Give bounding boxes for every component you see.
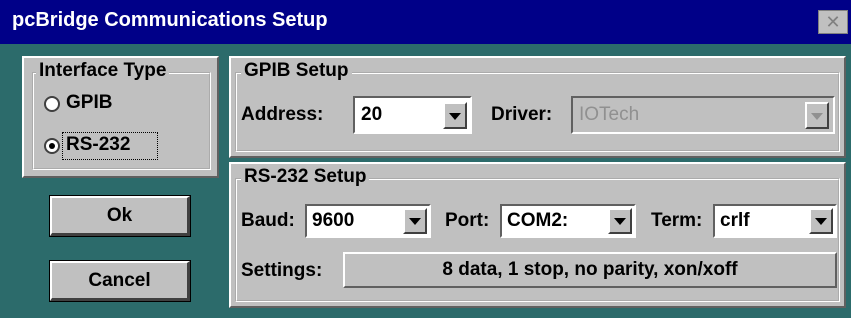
term-label: Term:	[651, 210, 703, 231]
baud-select[interactable]: 9600	[305, 204, 431, 238]
rs232-setup-legend: RS-232 Setup	[241, 166, 370, 188]
dropdown-arrow-icon[interactable]	[608, 208, 632, 234]
port-select[interactable]: COM2:	[500, 204, 636, 238]
term-value: crlf	[720, 210, 750, 231]
dropdown-arrow-icon[interactable]	[443, 102, 467, 129]
interface-type-legend: Interface Type	[36, 60, 170, 82]
interface-type-panel: Interface Type GPIB RS-232	[22, 56, 219, 178]
gpib-setup-panel: GPIB Setup Address: 20 Driver: IOTech	[229, 56, 846, 158]
gpib-setup-legend: GPIB Setup	[241, 60, 352, 82]
term-select[interactable]: crlf	[713, 204, 837, 238]
window-title: pcBridge Communications Setup	[12, 9, 328, 31]
title-bar[interactable]: pcBridge Communications Setup ✕	[0, 0, 851, 44]
address-value: 20	[361, 104, 383, 125]
dropdown-arrow-icon[interactable]	[403, 208, 427, 234]
close-icon[interactable]: ✕	[818, 10, 848, 34]
dropdown-arrow-icon[interactable]	[809, 208, 833, 234]
port-value: COM2:	[507, 210, 569, 231]
radio-rs232-label[interactable]: RS-232	[66, 134, 130, 156]
ok-button[interactable]: Ok	[49, 195, 191, 237]
baud-value: 9600	[312, 210, 355, 231]
driver-label: Driver:	[491, 104, 553, 125]
radio-button-icon[interactable]	[44, 96, 60, 112]
radio-gpib-label[interactable]: GPIB	[66, 92, 112, 114]
settings-value-button[interactable]: 8 data, 1 stop, no parity, xon/xoff	[343, 252, 837, 288]
address-label: Address:	[241, 104, 324, 125]
settings-label: Settings:	[241, 260, 323, 281]
driver-value: IOTech	[579, 104, 640, 125]
setup-dialog: pcBridge Communications Setup ✕ Interfac…	[0, 0, 851, 318]
radio-button-icon[interactable]	[44, 138, 60, 154]
rs232-setup-panel: RS-232 Setup Baud: 9600 Port: COM2: Term…	[229, 162, 846, 308]
driver-select[interactable]: IOTech	[571, 96, 835, 134]
baud-label: Baud:	[241, 210, 295, 231]
cancel-button[interactable]: Cancel	[49, 260, 191, 302]
address-select[interactable]: 20	[353, 96, 472, 134]
radio-selected-dot	[49, 143, 55, 149]
port-label: Port:	[445, 210, 490, 231]
dropdown-arrow-icon[interactable]	[805, 102, 829, 129]
